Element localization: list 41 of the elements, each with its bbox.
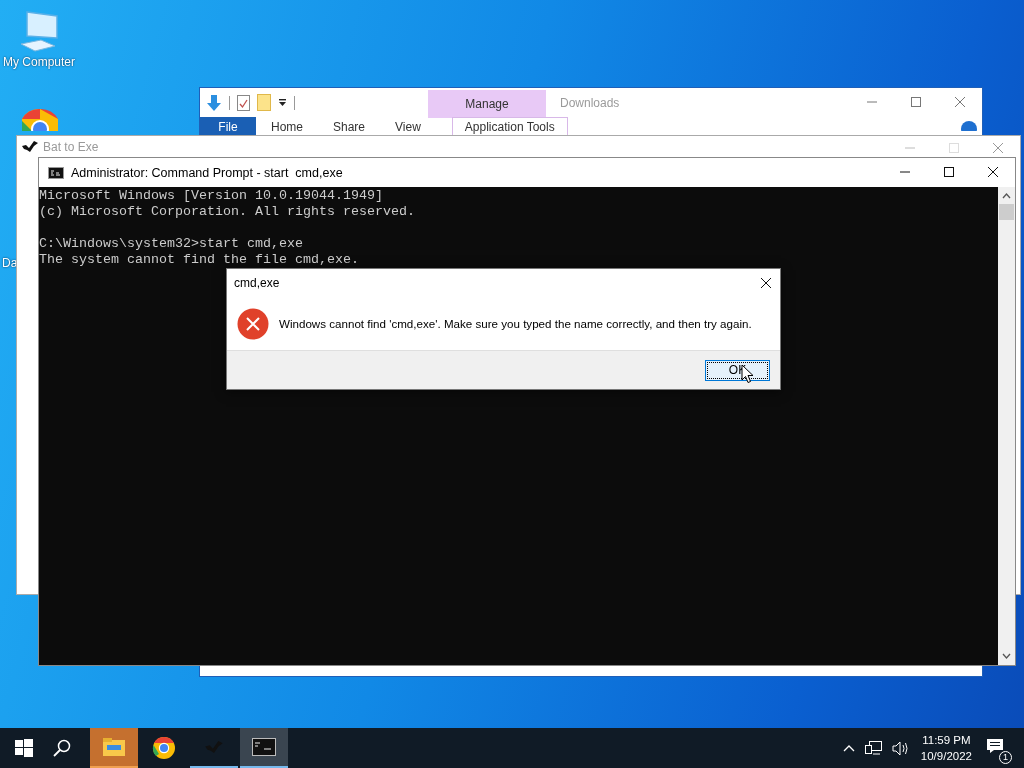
console-icon[interactable] [48, 166, 64, 179]
ribbon-tab[interactable]: Share [318, 117, 381, 135]
console-line: Microsoft Windows [Version 10.0.19044.1949] [39, 188, 383, 204]
close-icon[interactable] [760, 277, 772, 289]
maximize-icon[interactable] [943, 166, 955, 178]
scroll-up-icon[interactable] [1002, 193, 1011, 199]
error-icon [237, 307, 269, 340]
scroll-down-icon[interactable] [1002, 653, 1011, 659]
icon-label: Da [2, 256, 18, 270]
folder-icon [102, 737, 126, 757]
console-icon [252, 738, 276, 756]
taskbar-cmd-button[interactable] [240, 728, 288, 768]
chevron-up-icon[interactable] [842, 744, 855, 752]
console-line: C:\Windows\system32>start cmd,exe [39, 236, 303, 252]
error-message: Windows cannot find 'cmd,exe'. Make sure you typed the name correctly, and then try again. [279, 317, 752, 330]
window-title: Administrator: Command Prompt - start cmd,exe [71, 165, 343, 180]
checklist-icon[interactable] [237, 94, 250, 111]
network-icon[interactable] [864, 740, 882, 756]
console-line: The system cannot find the file cmd,exe. [39, 252, 359, 268]
window-title: Downloads [560, 96, 620, 110]
volume-icon[interactable] [891, 740, 909, 756]
dialog-title: cmd,exe [234, 276, 280, 290]
notification-badge: 1 [999, 751, 1012, 764]
ribbon-tab[interactable]: Home [256, 117, 318, 135]
search-icon[interactable] [53, 739, 71, 757]
notification-icon[interactable] [986, 738, 1004, 754]
dropdown-icon[interactable] [278, 98, 287, 107]
clock-time[interactable]: 11:59 PM [922, 732, 971, 748]
start-icon[interactable] [15, 739, 33, 757]
window-title: Bat to Exe [43, 139, 99, 154]
close-icon[interactable] [987, 166, 999, 178]
icon-label: My Computer [3, 55, 75, 69]
down-arrow-icon[interactable] [206, 93, 222, 112]
manage-tab[interactable]: Manage [428, 90, 546, 118]
console-line: (c) Microsoft Corporation. All rights reserved. [39, 204, 415, 220]
scroll-thumb[interactable] [999, 204, 1014, 220]
ribbon-tab[interactable]: View [380, 117, 436, 135]
chrome-icon [152, 736, 176, 760]
file-tab[interactable]: File [200, 117, 256, 135]
scrollbar[interactable] [998, 187, 1015, 665]
clock-date[interactable]: 10/9/2022 [920, 748, 972, 764]
